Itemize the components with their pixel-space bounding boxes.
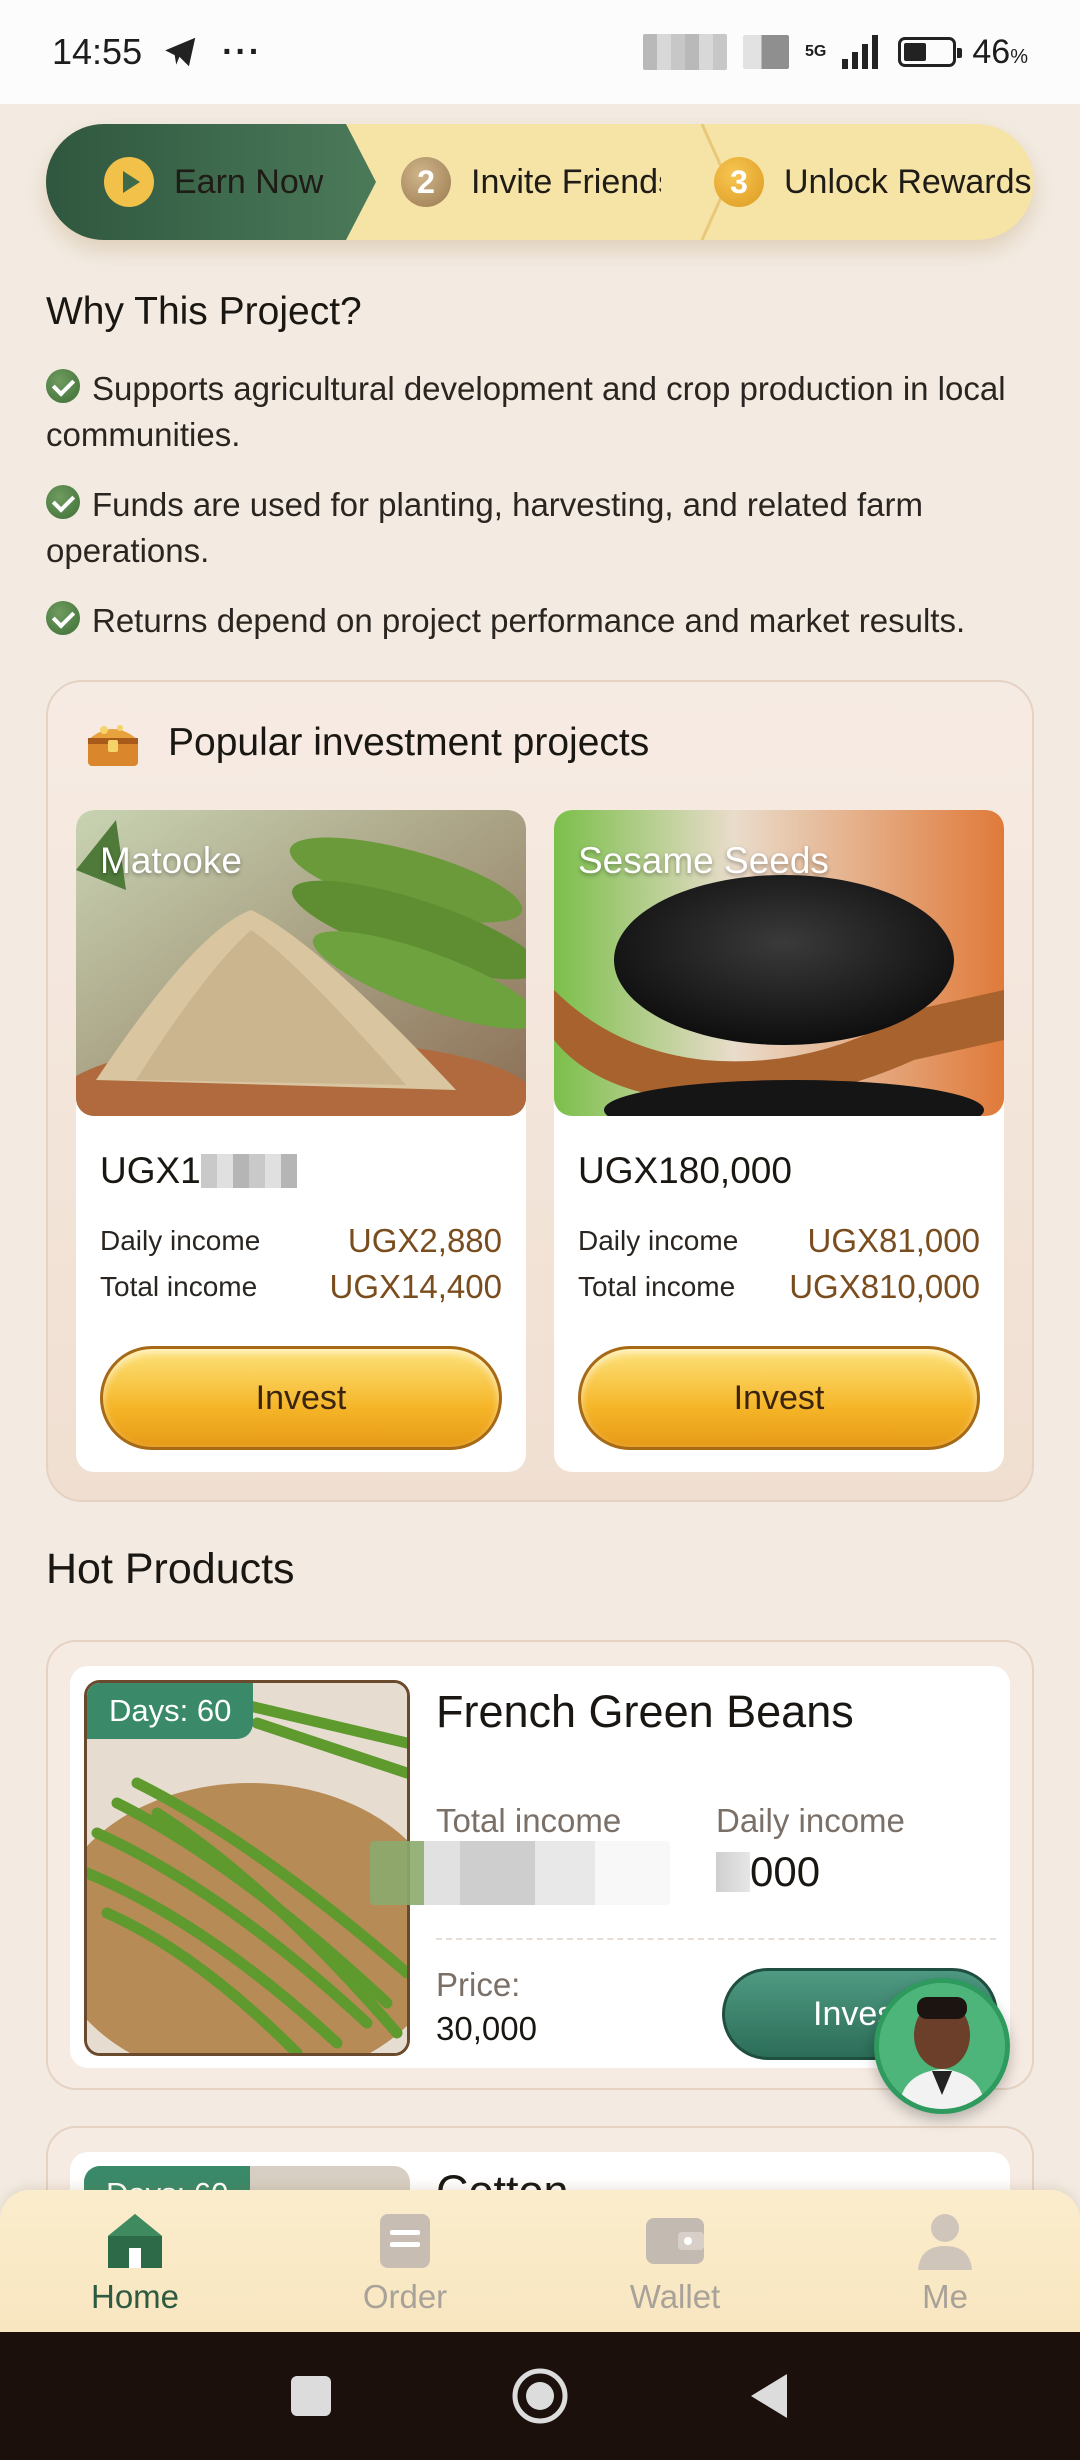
back-button[interactable] bbox=[747, 2372, 791, 2420]
tab-order[interactable]: Order bbox=[270, 2190, 540, 2332]
order-icon bbox=[380, 2214, 430, 2268]
bottom-tab-bar: Home Order Wallet Me bbox=[0, 2190, 1080, 2332]
status-time: 14:55 bbox=[52, 31, 143, 72]
step-unlock-rewards[interactable]: 3 Unlock Rewards bbox=[714, 124, 1034, 240]
total-income-row: Total income UGX810,000 bbox=[578, 1268, 980, 1305]
project-price: UGX1 bbox=[100, 1150, 297, 1192]
step-label: Unlock Rewards bbox=[784, 162, 1032, 201]
popular-projects-panel: Popular investment projects Matooke UGX1… bbox=[46, 680, 1034, 1502]
tab-wallet[interactable]: Wallet bbox=[540, 2190, 810, 2332]
treasure-chest-icon bbox=[88, 725, 138, 766]
blurred-status-icons bbox=[643, 34, 728, 70]
why-item: Returns depend on project performance an… bbox=[46, 598, 1026, 644]
play-icon bbox=[104, 157, 154, 207]
popular-header: Popular investment projects bbox=[84, 718, 649, 768]
tab-me[interactable]: Me bbox=[810, 2190, 1080, 2332]
product-name: French Green Beans bbox=[436, 1686, 854, 1737]
progress-stepper: Earn Now 2 Invite Friends 3 Unlock Rewar… bbox=[46, 124, 1034, 240]
check-icon bbox=[46, 485, 80, 519]
why-item: Supports agricultural development and cr… bbox=[46, 369, 1006, 453]
invest-button[interactable]: Invest bbox=[578, 1346, 980, 1450]
network-type: 5G bbox=[805, 43, 827, 60]
why-title: Why This Project? bbox=[46, 290, 362, 333]
battery-percent: 46 bbox=[972, 32, 1011, 71]
daily-income-label: Daily income bbox=[716, 1802, 905, 1839]
daily-income-value: 000 bbox=[716, 1848, 820, 1896]
why-item: Funds are used for planting, harvesting,… bbox=[46, 485, 923, 569]
price-value: 30,000 bbox=[436, 2010, 537, 2047]
project-card-sesame-seeds[interactable]: Sesame Seeds UGX180,000 Daily income UGX8… bbox=[554, 810, 1004, 1472]
user-icon bbox=[918, 2214, 972, 2270]
total-income-row: Total income UGX14,400 bbox=[100, 1268, 502, 1305]
system-nav-bar bbox=[0, 2332, 1080, 2460]
wallet-icon bbox=[646, 2218, 704, 2264]
price-label: Price: bbox=[436, 1966, 521, 2003]
more-notifications-icon: ··· bbox=[222, 32, 263, 71]
step-label: Earn Now bbox=[174, 162, 324, 201]
step-invite-friends[interactable]: 2 Invite Friends bbox=[401, 124, 701, 240]
step-earn-now[interactable]: Earn Now bbox=[46, 124, 376, 240]
redacted-price bbox=[200, 1154, 297, 1188]
home-icon bbox=[108, 2214, 162, 2268]
redacted-total-income bbox=[370, 1841, 670, 1905]
popular-title: Popular investment projects bbox=[168, 721, 650, 764]
recents-button[interactable] bbox=[289, 2374, 333, 2418]
sesame-image: Sesame Seeds bbox=[554, 810, 1004, 1116]
project-price: UGX180,000 bbox=[578, 1150, 792, 1191]
tab-home[interactable]: Home bbox=[0, 2190, 270, 2332]
project-name: Matooke bbox=[100, 840, 242, 881]
home-button[interactable] bbox=[511, 2367, 569, 2425]
matooke-image: Matooke bbox=[76, 810, 526, 1116]
project-card-matooke[interactable]: Matooke UGX1 Daily income UGX2,880 Total … bbox=[76, 810, 526, 1472]
telegram-icon bbox=[165, 37, 196, 67]
check-icon bbox=[46, 601, 80, 635]
customer-support-avatar[interactable] bbox=[874, 1978, 1010, 2114]
total-income-label: Total income bbox=[436, 1802, 622, 1839]
wifi-signal-icon bbox=[743, 35, 790, 69]
battery-icon bbox=[898, 37, 963, 67]
check-icon bbox=[46, 369, 80, 403]
daily-income-row: Daily income UGX81,000 bbox=[578, 1222, 980, 1259]
duration-badge: Days: 60 bbox=[87, 1683, 254, 1739]
green-beans-image: Days: 60 bbox=[84, 1680, 410, 2056]
hot-products-title: Hot Products bbox=[46, 1545, 295, 1593]
invest-button[interactable]: Invest bbox=[100, 1346, 502, 1450]
daily-income-row: Daily income UGX2,880 bbox=[100, 1222, 502, 1259]
project-name: Sesame Seeds bbox=[578, 840, 829, 881]
step-label: Invite Friends bbox=[471, 162, 661, 201]
cell-signal-icon bbox=[842, 35, 879, 69]
status-bar: 14:55 ··· 5G 46% bbox=[0, 0, 1080, 104]
